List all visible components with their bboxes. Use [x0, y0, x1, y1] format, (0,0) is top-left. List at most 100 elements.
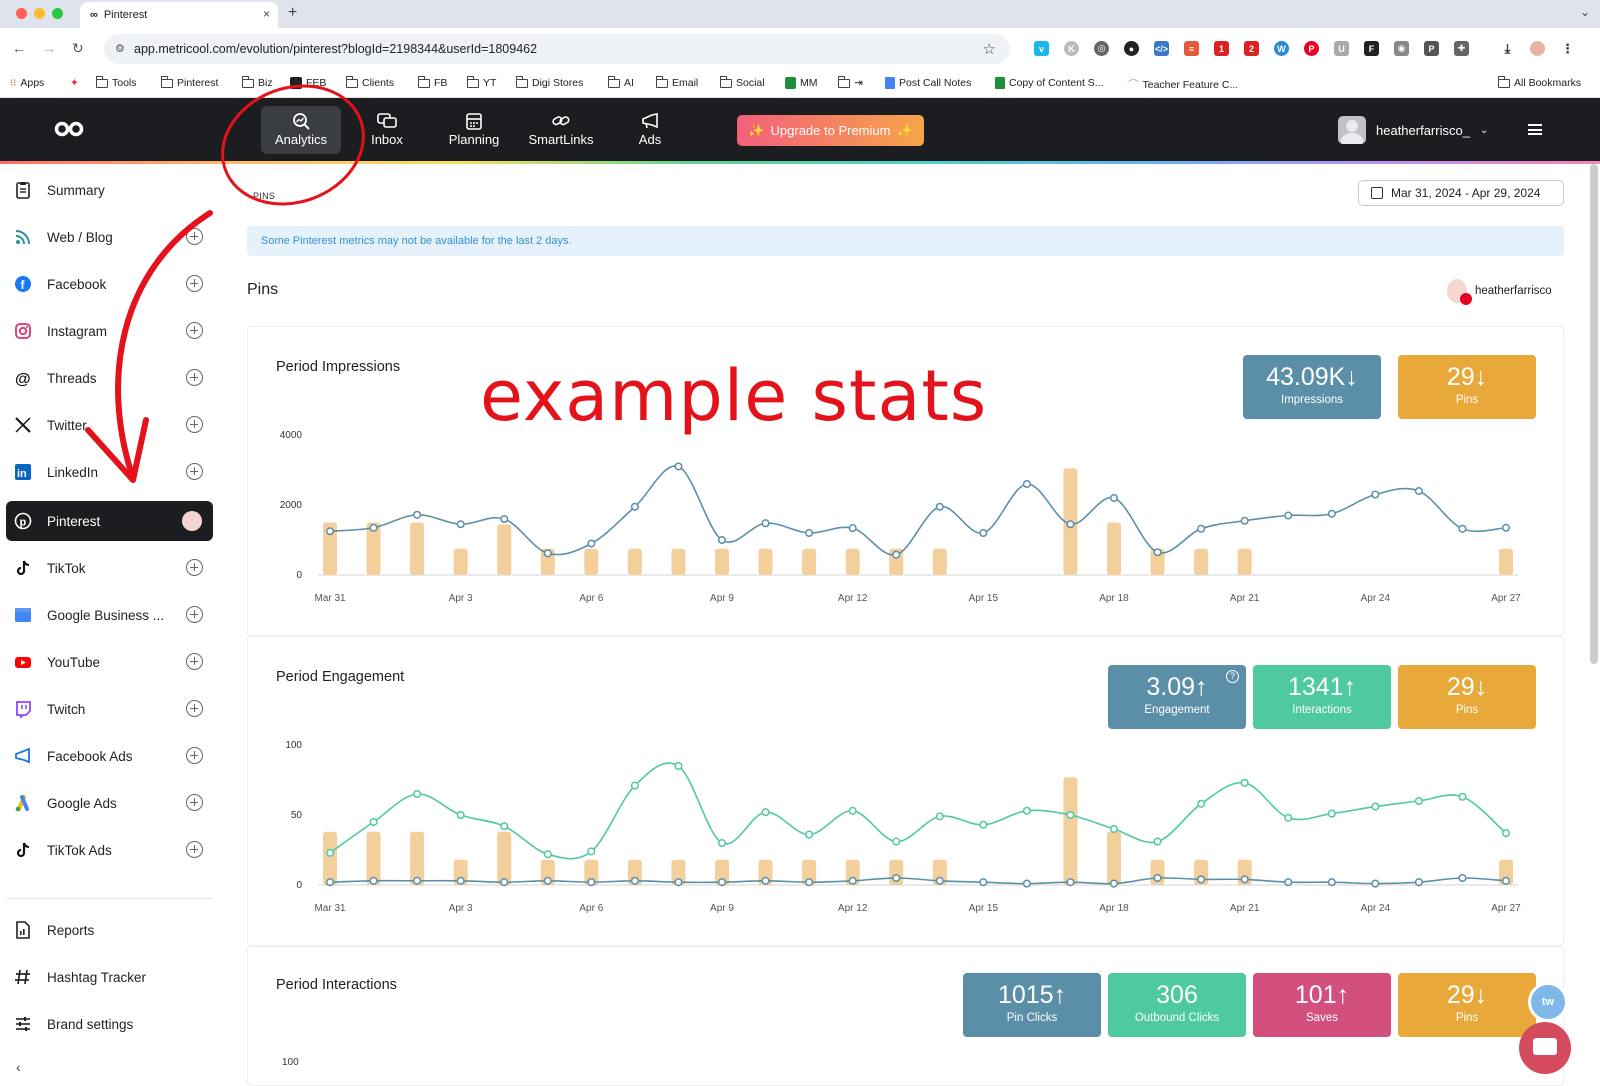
- impressions-chart-bar[interactable]: [627, 548, 642, 575]
- engagement-chart-point[interactable]: [1501, 876, 1511, 885]
- impressions-chart-point[interactable]: [935, 502, 944, 511]
- impressions-chart-bar[interactable]: [410, 522, 425, 576]
- add-youtube-icon[interactable]: [186, 653, 203, 670]
- engagement-chart-point[interactable]: [1284, 878, 1293, 887]
- add-google-business-icon[interactable]: [186, 606, 203, 623]
- impressions-chart-point[interactable]: [1022, 479, 1031, 489]
- tab-close-icon[interactable]: ×: [263, 7, 270, 21]
- browser-menu-icon[interactable]: ⋮: [1560, 41, 1575, 56]
- engagement-chart-point[interactable]: [892, 837, 901, 846]
- bookmark-star-icon[interactable]: ☆: [983, 40, 996, 58]
- close-window-button[interactable]: [16, 8, 27, 19]
- engagement-chart-point[interactable]: [717, 878, 727, 887]
- add-twitch-icon[interactable]: [186, 700, 203, 717]
- impressions-chart-point[interactable]: [500, 514, 509, 524]
- engagement-chart-point[interactable]: [979, 878, 988, 887]
- impressions-chart-bar[interactable]: [584, 548, 599, 575]
- sidebar-item-summary[interactable]: Summary: [6, 170, 213, 210]
- maximize-window-button[interactable]: [52, 8, 63, 19]
- impressions-chart-point[interactable]: [1327, 509, 1336, 518]
- engagement-chart-point[interactable]: [456, 876, 465, 885]
- impressions-chart-point[interactable]: [892, 550, 901, 559]
- nav-analytics[interactable]: Analytics: [261, 106, 341, 154]
- engagement-chart-point[interactable]: [848, 876, 857, 885]
- engagement-chart-point[interactable]: [717, 838, 727, 848]
- engagement-chart-point[interactable]: [543, 876, 552, 885]
- engagement-chart-bar[interactable]: [323, 831, 337, 885]
- date-range-picker[interactable]: Mar 31, 2024 - Apr 29, 2024: [1358, 180, 1564, 206]
- bookmark-extension[interactable]: ✦: [70, 77, 79, 89]
- add-instagram-icon[interactable]: [186, 322, 203, 339]
- engagement-chart-point[interactable]: [674, 761, 683, 771]
- upgrade-premium-button[interactable]: ✨ Upgrade to Premium ✨: [737, 115, 924, 146]
- add-web-blog-icon[interactable]: [186, 228, 203, 245]
- engagement-chart-point[interactable]: [1458, 792, 1467, 801]
- minimize-window-button[interactable]: [34, 8, 45, 19]
- engagement-chart-point[interactable]: [325, 848, 335, 857]
- browser-tab[interactable]: ∞ Pinterest ×: [80, 2, 278, 28]
- bookmark-folder-fb[interactable]: FB: [417, 75, 447, 89]
- impressions-chart-point[interactable]: [674, 462, 683, 471]
- impressions-chart-bar[interactable]: [1107, 522, 1121, 576]
- assistant-bubble-icon[interactable]: tw: [1528, 982, 1568, 1022]
- impressions-chart-bar[interactable]: [715, 548, 729, 575]
- impressions-chart-point[interactable]: [1109, 493, 1119, 503]
- engagement-chart-point[interactable]: [1066, 810, 1075, 820]
- engagement-chart-point[interactable]: [1109, 879, 1119, 888]
- engagement-chart-point[interactable]: [1153, 837, 1162, 846]
- sidebar-item-reports[interactable]: Reports: [6, 910, 213, 950]
- engagement-chart-point[interactable]: [1240, 875, 1249, 884]
- engagement-chart-point[interactable]: [761, 808, 770, 817]
- color-extension-icon[interactable]: ●: [1124, 41, 1139, 56]
- engagement-chart-point[interactable]: [1414, 796, 1423, 806]
- bookmark-folder-tools[interactable]: Tools: [95, 75, 137, 89]
- engagement-chart-point[interactable]: [935, 812, 944, 821]
- add-linkedin-icon[interactable]: [186, 463, 203, 480]
- impressions-chart-bar[interactable]: [671, 548, 686, 575]
- add-twitter-icon[interactable]: [186, 416, 203, 433]
- engagement-chart-point[interactable]: [1327, 878, 1336, 887]
- impressions-chart-point[interactable]: [630, 502, 639, 511]
- impressions-chart-point[interactable]: [979, 528, 988, 538]
- u-extension-icon[interactable]: U: [1334, 41, 1349, 56]
- site-settings-icon[interactable]: ⚙: [115, 42, 125, 55]
- impressions-chart-point[interactable]: [1153, 548, 1162, 557]
- bookmark-folder-biz[interactable]: Biz: [241, 75, 273, 89]
- bookmark-post-call-notes[interactable]: Post Call Notes: [885, 77, 971, 89]
- engagement-chart-point[interactable]: [630, 781, 639, 790]
- engagement-stat[interactable]: ? 3.09↑ Engagement: [1108, 665, 1246, 729]
- engagement-chart-point[interactable]: [1501, 829, 1511, 838]
- engagement-chart-point[interactable]: [1022, 879, 1031, 888]
- tag-extension-icon[interactable]: ≡: [1184, 41, 1199, 56]
- sidebar-item-hashtag-tracker[interactable]: Hashtag Tracker: [6, 957, 213, 997]
- engagement-chart-point[interactable]: [935, 876, 944, 885]
- impressions-chart-bar[interactable]: [1499, 548, 1513, 575]
- engagement-pins-stat[interactable]: 29↓ Pins: [1398, 665, 1536, 729]
- impressions-chart-point[interactable]: [1066, 520, 1075, 529]
- counter-extension-icon[interactable]: 1: [1214, 41, 1229, 56]
- sidebar-item-youtube[interactable]: YouTube: [6, 642, 213, 682]
- impressions-pins-stat[interactable]: 29↓ Pins: [1398, 355, 1536, 419]
- sidebar-item-linkedin[interactable]: in LinkedIn: [6, 452, 213, 492]
- engagement-chart-point[interactable]: [761, 876, 770, 885]
- interactions-pins-stat[interactable]: 29↓ Pins: [1398, 973, 1536, 1037]
- saves-stat[interactable]: 101↑ Saves: [1253, 973, 1391, 1037]
- engagement-chart-point[interactable]: [848, 806, 857, 815]
- impressions-chart-bar[interactable]: [758, 548, 773, 575]
- impressions-chart-bar[interactable]: [1237, 548, 1252, 575]
- collapse-sidebar-icon[interactable]: ‹: [16, 1059, 21, 1075]
- impressions-chart-point[interactable]: [543, 549, 552, 558]
- tab-search-button[interactable]: ⌄: [1580, 5, 1590, 19]
- address-bar[interactable]: ⚙ app.metricool.com/evolution/pinterest?…: [104, 34, 1010, 64]
- bookmark-folder-social[interactable]: Social: [719, 75, 765, 89]
- nav-inbox[interactable]: Inbox: [347, 106, 427, 154]
- impressions-chart-point[interactable]: [1371, 490, 1380, 499]
- bookmark-all-bookmarks[interactable]: All Bookmarks: [1497, 75, 1581, 89]
- download-icon[interactable]: ⤓: [1500, 41, 1515, 56]
- k-extension-icon[interactable]: K: [1064, 41, 1079, 56]
- bookmark-apps[interactable]: ⁝⁝ Apps: [10, 77, 44, 89]
- bookmark-folder-unnamed[interactable]: ⇥: [837, 75, 863, 89]
- sidebar-item-twitch[interactable]: Twitch: [6, 689, 213, 729]
- calendar-extension-icon[interactable]: 2: [1244, 41, 1259, 56]
- bookmark-folder-pinterest[interactable]: Pinterest: [160, 75, 218, 89]
